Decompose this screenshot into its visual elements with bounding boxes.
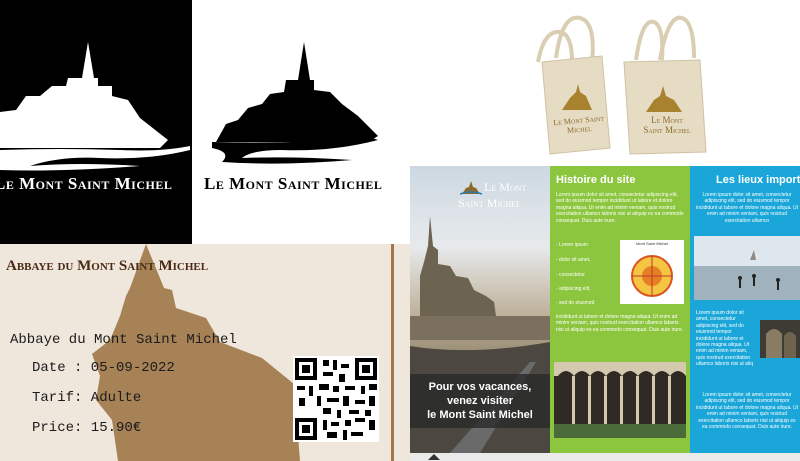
histoire-bullet-1: - Lorem ipsum [556, 242, 588, 248]
ticket-perforation [391, 244, 394, 461]
histoire-paragraph-2: incididunt ut labore et dolore magna ali… [556, 314, 684, 333]
brochure-spread: Le Mont Saint Michel Pour vos vacances, … [410, 166, 800, 461]
cloister-photo [554, 362, 686, 438]
cta-line-1: Pour vos vacances, [428, 381, 532, 393]
logo-light-panel: Le Mont Saint Michel [192, 0, 410, 244]
logo-dark-panel: Le Mont Saint Michel [0, 0, 192, 244]
bag-right-label-2: Saint Michel [643, 125, 691, 135]
beach-photo [694, 236, 800, 300]
ticket-price: Price: 15.90€ [32, 420, 142, 436]
lieux-paragraph-3: Lorem ipsum dolor sit amet, consectetur … [696, 392, 799, 431]
mont-silhouette-black-icon [212, 42, 378, 164]
logo-dark-text: Le Mont Saint Michel [0, 174, 173, 193]
site-map-image: Mont Saint Michel [620, 240, 684, 304]
brochure-bottom-strip [410, 453, 800, 461]
brochure-logo-line2: Saint Michel [458, 196, 521, 210]
lieux-title: Les lieux importa [716, 174, 800, 186]
cover-cta-box: Pour vos vacances, venez visiter le Mont… [410, 374, 550, 428]
interior-arch-image [766, 329, 796, 358]
lieux-paragraph-1: Lorem ipsum dolor sit amet, consectetur … [696, 192, 799, 224]
cta-line-3: le Mont Saint Michel [427, 409, 533, 421]
lieux-panel: Les lieux importa Lorem ipsum dolor sit … [690, 166, 800, 453]
lieux-paragraph-2: Lorem ipsum dolor sit amet, consectetur … [696, 310, 753, 368]
ticket-date: Date : 05-09-2022 [32, 360, 175, 376]
site-map-icon [631, 255, 673, 297]
brochure-logo-line1: Le Mont [484, 180, 527, 194]
histoire-title: Histoire du site [556, 174, 636, 186]
histoire-panel: Histoire du site Lorem ipsum dolor sit a… [550, 166, 690, 453]
ticket-name: Abbaye du Mont Saint Michel [10, 332, 237, 348]
cta-line-2: venez visiter [446, 395, 514, 407]
cloister-arches-image [554, 362, 686, 438]
bag-right-label-1: Le Mont [651, 115, 683, 125]
ticket-header: Abbaye du Mont Saint Michel [6, 258, 209, 274]
histoire-bullet-5: - sed do eiusmod [556, 300, 595, 306]
footer-logo-icon [428, 454, 440, 460]
tote-bags-image [536, 15, 707, 155]
mont-silhouette-white-icon [0, 42, 190, 171]
logo-light-text: Le Mont Saint Michel [204, 174, 383, 193]
qr-code-icon [293, 356, 379, 442]
brochure-cover-panel: Le Mont Saint Michel Pour vos vacances, … [410, 166, 550, 453]
entry-ticket: Abbaye du Mont Saint Michel Abbaye du Mo… [0, 244, 410, 461]
histoire-bullet-4: - adipiscing elit, [556, 286, 591, 292]
beach-walkers-image [694, 236, 800, 300]
interior-photo [760, 320, 800, 358]
ticket-tarif: Tarif: Adulte [32, 390, 142, 406]
tote-bags-mockup: Le Mont Saint Michel Le Mont Saint Miche… [410, 0, 800, 166]
histoire-bullet-2: - dolor sit amet, [556, 257, 591, 263]
brochure-logo-icon [460, 181, 482, 195]
histoire-paragraph-1: Lorem ipsum dolor sit amet, consectetur … [556, 192, 684, 224]
histoire-bullet-3: - consectetur [556, 272, 585, 278]
